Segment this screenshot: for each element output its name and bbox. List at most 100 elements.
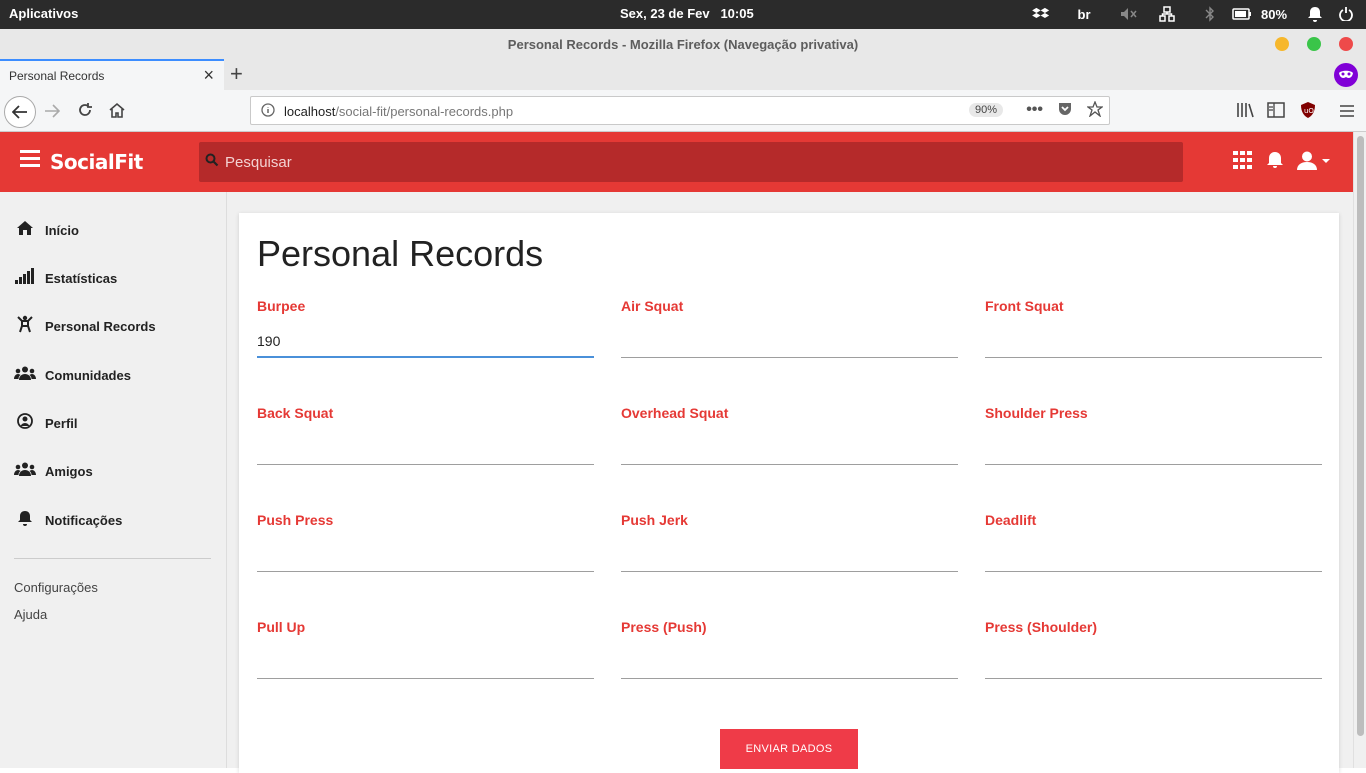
close-window-button[interactable] <box>1339 37 1353 51</box>
close-tab-icon[interactable]: × <box>203 65 214 86</box>
tab-personal-records[interactable]: Personal Records × <box>0 59 224 90</box>
applications-menu[interactable]: Aplicativos <box>9 6 78 21</box>
sidebar-item-label: Amigos <box>45 463 93 479</box>
app-header: SocialFit <box>0 132 1353 192</box>
maximize-button[interactable] <box>1307 37 1321 51</box>
sidebar-item-amigos[interactable]: Amigos <box>14 459 93 483</box>
notification-bell-icon[interactable] <box>1266 151 1284 175</box>
sidebar-item-inicio[interactable]: Início <box>14 218 79 242</box>
sidebar-item-comunidades[interactable]: Comunidades <box>14 363 131 387</box>
sidebar-item-label: Estatísticas <box>45 270 118 286</box>
sidebar-divider <box>14 558 211 559</box>
shoulder-press-input[interactable] <box>985 433 1322 465</box>
group-icon <box>14 366 36 384</box>
sidebar-item-label: Personal Records <box>45 318 156 334</box>
bell-icon <box>14 510 36 530</box>
signal-icon <box>14 268 36 288</box>
push-press-input[interactable] <box>257 540 594 572</box>
sidebar-toggle-icon[interactable] <box>1267 102 1285 123</box>
sidebar-item-perfil[interactable]: Perfil <box>14 411 78 435</box>
battery-icon[interactable] <box>1230 4 1254 24</box>
url-bar[interactable]: localhost/social-fit/personal-records.ph… <box>250 96 1110 125</box>
bookmark-star-icon[interactable] <box>1086 100 1104 122</box>
url-actions: ••• <box>1026 100 1104 122</box>
system-tray: br 80% <box>1028 4 1356 24</box>
sidebar-item-notificacoes[interactable]: Notificações <box>14 508 122 532</box>
field-label: Back Squat <box>257 405 334 421</box>
window-title: Personal Records - Mozilla Firefox (Nave… <box>507 37 859 52</box>
press-shoulder-input[interactable] <box>985 647 1322 679</box>
window-title-bar: Personal Records - Mozilla Firefox (Nave… <box>0 29 1366 59</box>
apps-grid-icon[interactable] <box>1233 151 1253 175</box>
sidebar: Início Estatísticas Personal Records Com… <box>0 192 227 768</box>
sidebar-item-personal-records[interactable]: Personal Records <box>14 314 156 338</box>
keyboard-layout[interactable]: br <box>1054 4 1114 24</box>
bluetooth-icon[interactable] <box>1190 4 1230 24</box>
field-deadlift: Deadlift <box>985 512 1322 592</box>
home-button[interactable] <box>109 102 125 123</box>
burpee-input[interactable] <box>257 326 594 358</box>
field-label: Overhead Squat <box>621 405 729 421</box>
field-label: Deadlift <box>985 512 1037 528</box>
sidebar-item-label: Início <box>45 222 79 238</box>
main-content: Personal Records Burpee Air Squat Front … <box>227 192 1353 773</box>
sidebar-item-label: Notificações <box>45 512 123 528</box>
deadlift-input[interactable] <box>985 540 1322 572</box>
search-input[interactable] <box>225 150 1165 174</box>
pull-up-input[interactable] <box>257 647 594 679</box>
press-push-input[interactable] <box>621 647 958 679</box>
field-pull-up: Pull Up <box>257 619 594 699</box>
field-press-shoulder: Press (Shoulder) <box>985 619 1322 699</box>
app-logo[interactable]: SocialFit <box>50 150 143 174</box>
sidebar-link-ajuda[interactable]: Ajuda <box>14 607 47 622</box>
zoom-level[interactable]: 90% <box>969 103 1004 117</box>
power-icon[interactable] <box>1336 4 1356 24</box>
page-title: Personal Records <box>257 233 544 274</box>
user-circle-icon <box>14 413 36 433</box>
ublock-icon[interactable]: uO <box>1300 101 1316 124</box>
sidebar-item-estatisticas[interactable]: Estatísticas <box>14 266 117 290</box>
field-label: Shoulder Press <box>985 405 1088 421</box>
front-squat-input[interactable] <box>985 326 1322 358</box>
pocket-icon[interactable] <box>1057 101 1073 122</box>
field-front-squat: Front Squat <box>985 298 1322 378</box>
back-button[interactable] <box>4 96 36 128</box>
minimize-button[interactable] <box>1275 37 1289 51</box>
sidebar-item-label: Comunidades <box>45 367 131 383</box>
field-label: Air Squat <box>621 298 684 314</box>
hamburger-menu-icon[interactable] <box>20 150 40 170</box>
user-account-icon[interactable] <box>1297 151 1331 177</box>
back-squat-input[interactable] <box>257 433 594 465</box>
sidebar-link-configuracoes[interactable]: Configurações <box>14 580 98 595</box>
site-info-icon[interactable] <box>261 103 275 120</box>
navigation-bar: localhost/social-fit/personal-records.ph… <box>0 90 1366 132</box>
scrollbar-thumb[interactable] <box>1357 136 1364 736</box>
reload-button[interactable] <box>77 102 93 123</box>
network-icon[interactable] <box>1144 4 1190 24</box>
field-label: Push Press <box>257 512 334 528</box>
field-overhead-squat: Overhead Squat <box>621 405 958 485</box>
url-text[interactable]: localhost/social-fit/personal-records.ph… <box>284 104 513 119</box>
new-tab-button[interactable]: + <box>230 61 243 87</box>
air-squat-input[interactable] <box>621 326 958 358</box>
library-icon[interactable] <box>1236 102 1254 123</box>
volume-muted-icon[interactable] <box>1114 4 1144 24</box>
field-label: Burpee <box>257 298 306 314</box>
battery-level: 80% <box>1260 6 1288 22</box>
notifications-icon[interactable] <box>1294 4 1336 24</box>
dropbox-icon[interactable] <box>1028 4 1054 24</box>
menu-icon[interactable] <box>1339 102 1355 123</box>
athlete-icon <box>14 315 36 337</box>
push-jerk-input[interactable] <box>621 540 958 572</box>
page-scrollbar[interactable] <box>1353 132 1366 768</box>
forward-button[interactable] <box>44 102 61 123</box>
system-clock[interactable]: Sex, 23 de Fev 10:05 <box>620 6 754 21</box>
field-label: Press (Push) <box>621 619 707 635</box>
private-browsing-icon <box>1334 63 1358 87</box>
page-actions-icon[interactable]: ••• <box>1026 101 1043 122</box>
svg-text:uO: uO <box>1304 107 1314 115</box>
personal-records-card: Personal Records Burpee Air Squat Front … <box>239 213 1339 773</box>
overhead-squat-input[interactable] <box>621 433 958 465</box>
search-bar <box>199 142 1183 182</box>
submit-button[interactable]: ENVIAR DADOS <box>720 729 858 769</box>
